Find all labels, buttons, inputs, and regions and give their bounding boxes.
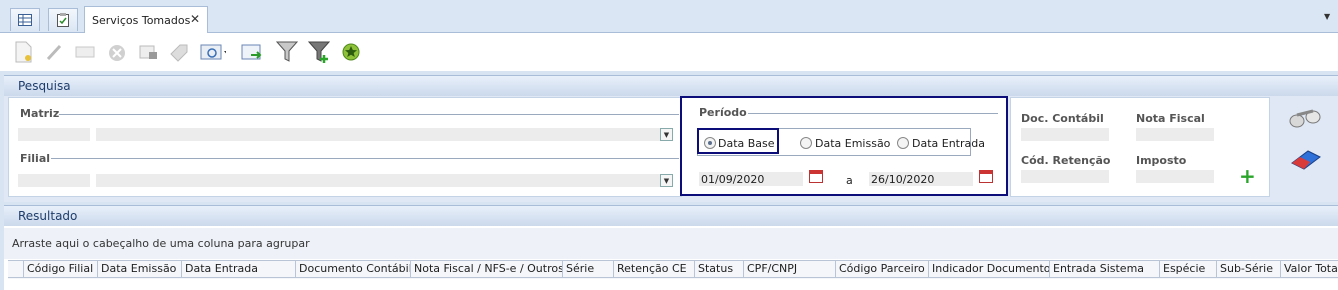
pesquisa-title: Pesquisa [18,79,71,93]
nota-fiscal-input[interactable] [1136,128,1214,141]
tag-button[interactable] [166,39,192,65]
clear-button[interactable] [1288,145,1324,174]
filial-code-input[interactable] [18,174,90,187]
row-indicator-header [8,260,24,278]
clipboard-check-icon [57,13,69,27]
tab-list-dropdown-icon[interactable]: ▼ [1324,12,1330,21]
radio-data-base[interactable] [704,137,716,149]
col-sub-serie[interactable]: Sub-Série [1217,260,1281,278]
tag-icon [170,44,188,62]
pesquisa-header[interactable]: Pesquisa [4,75,1338,97]
remove-button[interactable] [72,39,98,65]
add-icon[interactable]: + [1239,166,1256,186]
col-especie[interactable]: Espécie [1160,260,1217,278]
toolbar [0,33,1338,71]
doc-fields-panel: Doc. Contábil Nota Fiscal Cód. Retenção … [1010,97,1270,197]
tab-label: Serviços Tomados [92,14,191,27]
filial-rule [51,158,679,159]
resultado-title: Resultado [18,209,78,223]
doc-contabil-input[interactable] [1021,128,1109,141]
periodo-label: Período [699,106,747,119]
group-hint: Arraste aqui o cabeçalho de uma coluna p… [12,237,310,250]
date-to-value: 26/10/2020 [871,173,935,186]
col-serie[interactable]: Série [563,260,614,278]
col-cpf-cnpj[interactable]: CPF/CNPJ [744,260,836,278]
export-icon [241,44,262,60]
search-button[interactable] [1288,106,1324,133]
col-nota-fiscal[interactable]: Nota Fiscal / NFS-e / Outros [411,260,563,278]
tab-bar: Serviços Tomados ✕ ▼ [0,0,1338,33]
col-documento-contabil[interactable]: Documento Contábil [296,260,411,278]
radio-data-entrada-label[interactable]: Data Entrada [912,137,985,150]
matriz-label: Matriz [20,107,60,120]
col-indicador-documento[interactable]: Indicador Documento [929,260,1050,278]
radio-data-emissao-label[interactable]: Data Emissão [815,137,890,150]
lock-button[interactable] [136,39,162,65]
imposto-label: Imposto [1136,154,1187,167]
close-icon[interactable]: ✕ [190,12,200,26]
cod-retencao-input[interactable] [1021,170,1109,183]
grid-table-icon [18,14,32,26]
radio-data-emissao[interactable] [800,137,812,149]
col-retencao-ce[interactable]: Retenção CE [614,260,695,278]
matriz-code-input[interactable] [18,128,90,141]
delete-button[interactable] [104,39,130,65]
date-to-input[interactable]: 26/10/2020 [869,172,973,186]
col-entrada-sistema[interactable]: Entrada Sistema [1050,260,1160,278]
radio-data-base-label[interactable]: Data Base [718,137,775,150]
matriz-name-input[interactable] [96,128,660,141]
grid-tab[interactable] [10,8,40,31]
new-document-icon [15,41,32,63]
filter-button[interactable] [274,39,300,65]
clipboard-tab[interactable] [48,8,78,31]
favorite-icon [342,43,360,61]
periodo-panel: Período Data Base Data Emissão Data Entr… [680,96,1008,196]
resultado-header[interactable]: Resultado [4,205,1338,227]
calendar-from-icon[interactable] [809,170,823,183]
filter-icon [275,41,299,62]
date-from-value: 01/09/2020 [701,173,765,186]
favorite-button[interactable] [338,39,364,65]
radio-data-entrada[interactable] [897,137,909,149]
nota-fiscal-label: Nota Fiscal [1136,112,1205,125]
export-button[interactable] [240,39,266,65]
view-options-button[interactable] [200,39,226,65]
new-button[interactable] [10,39,36,65]
col-codigo-parceiro[interactable]: Código Parceiro [836,260,929,278]
date-from-input[interactable]: 01/09/2020 [699,172,803,186]
lock-icon [139,45,157,59]
filial-name-input[interactable] [96,174,660,187]
minus-icon [75,46,95,58]
matriz-filial-panel: Matriz ▼ Filial ▼ [8,97,682,197]
imposto-input[interactable] [1136,170,1214,183]
col-data-emissao[interactable]: Data Emissão [98,260,182,278]
doc-contabil-label: Doc. Contábil [1021,112,1104,125]
periodo-rule [748,113,998,114]
col-valor-total[interactable]: Valor Total [1281,260,1338,278]
matriz-rule [59,114,679,115]
col-status[interactable]: Status [695,260,744,278]
col-codigo-filial[interactable]: Código Filial [24,260,98,278]
date-separator: a [846,174,853,187]
delete-icon [109,45,125,61]
edit-icon [46,44,62,61]
matriz-dropdown-icon[interactable]: ▼ [660,128,673,141]
cod-retencao-label: Cód. Retenção [1021,154,1111,167]
view-options-icon [200,44,226,60]
eraser-icon [1291,150,1321,170]
add-filter-button[interactable] [306,39,332,65]
filial-dropdown-icon[interactable]: ▼ [660,174,673,187]
calendar-to-icon[interactable] [979,170,993,183]
tab-servicos-tomados[interactable]: Serviços Tomados ✕ [84,6,208,33]
col-data-entrada[interactable]: Data Entrada [182,260,296,278]
add-filter-icon [307,41,331,63]
filial-label: Filial [20,152,51,165]
binoculars-icon [1289,109,1321,128]
edit-button[interactable] [42,39,68,65]
